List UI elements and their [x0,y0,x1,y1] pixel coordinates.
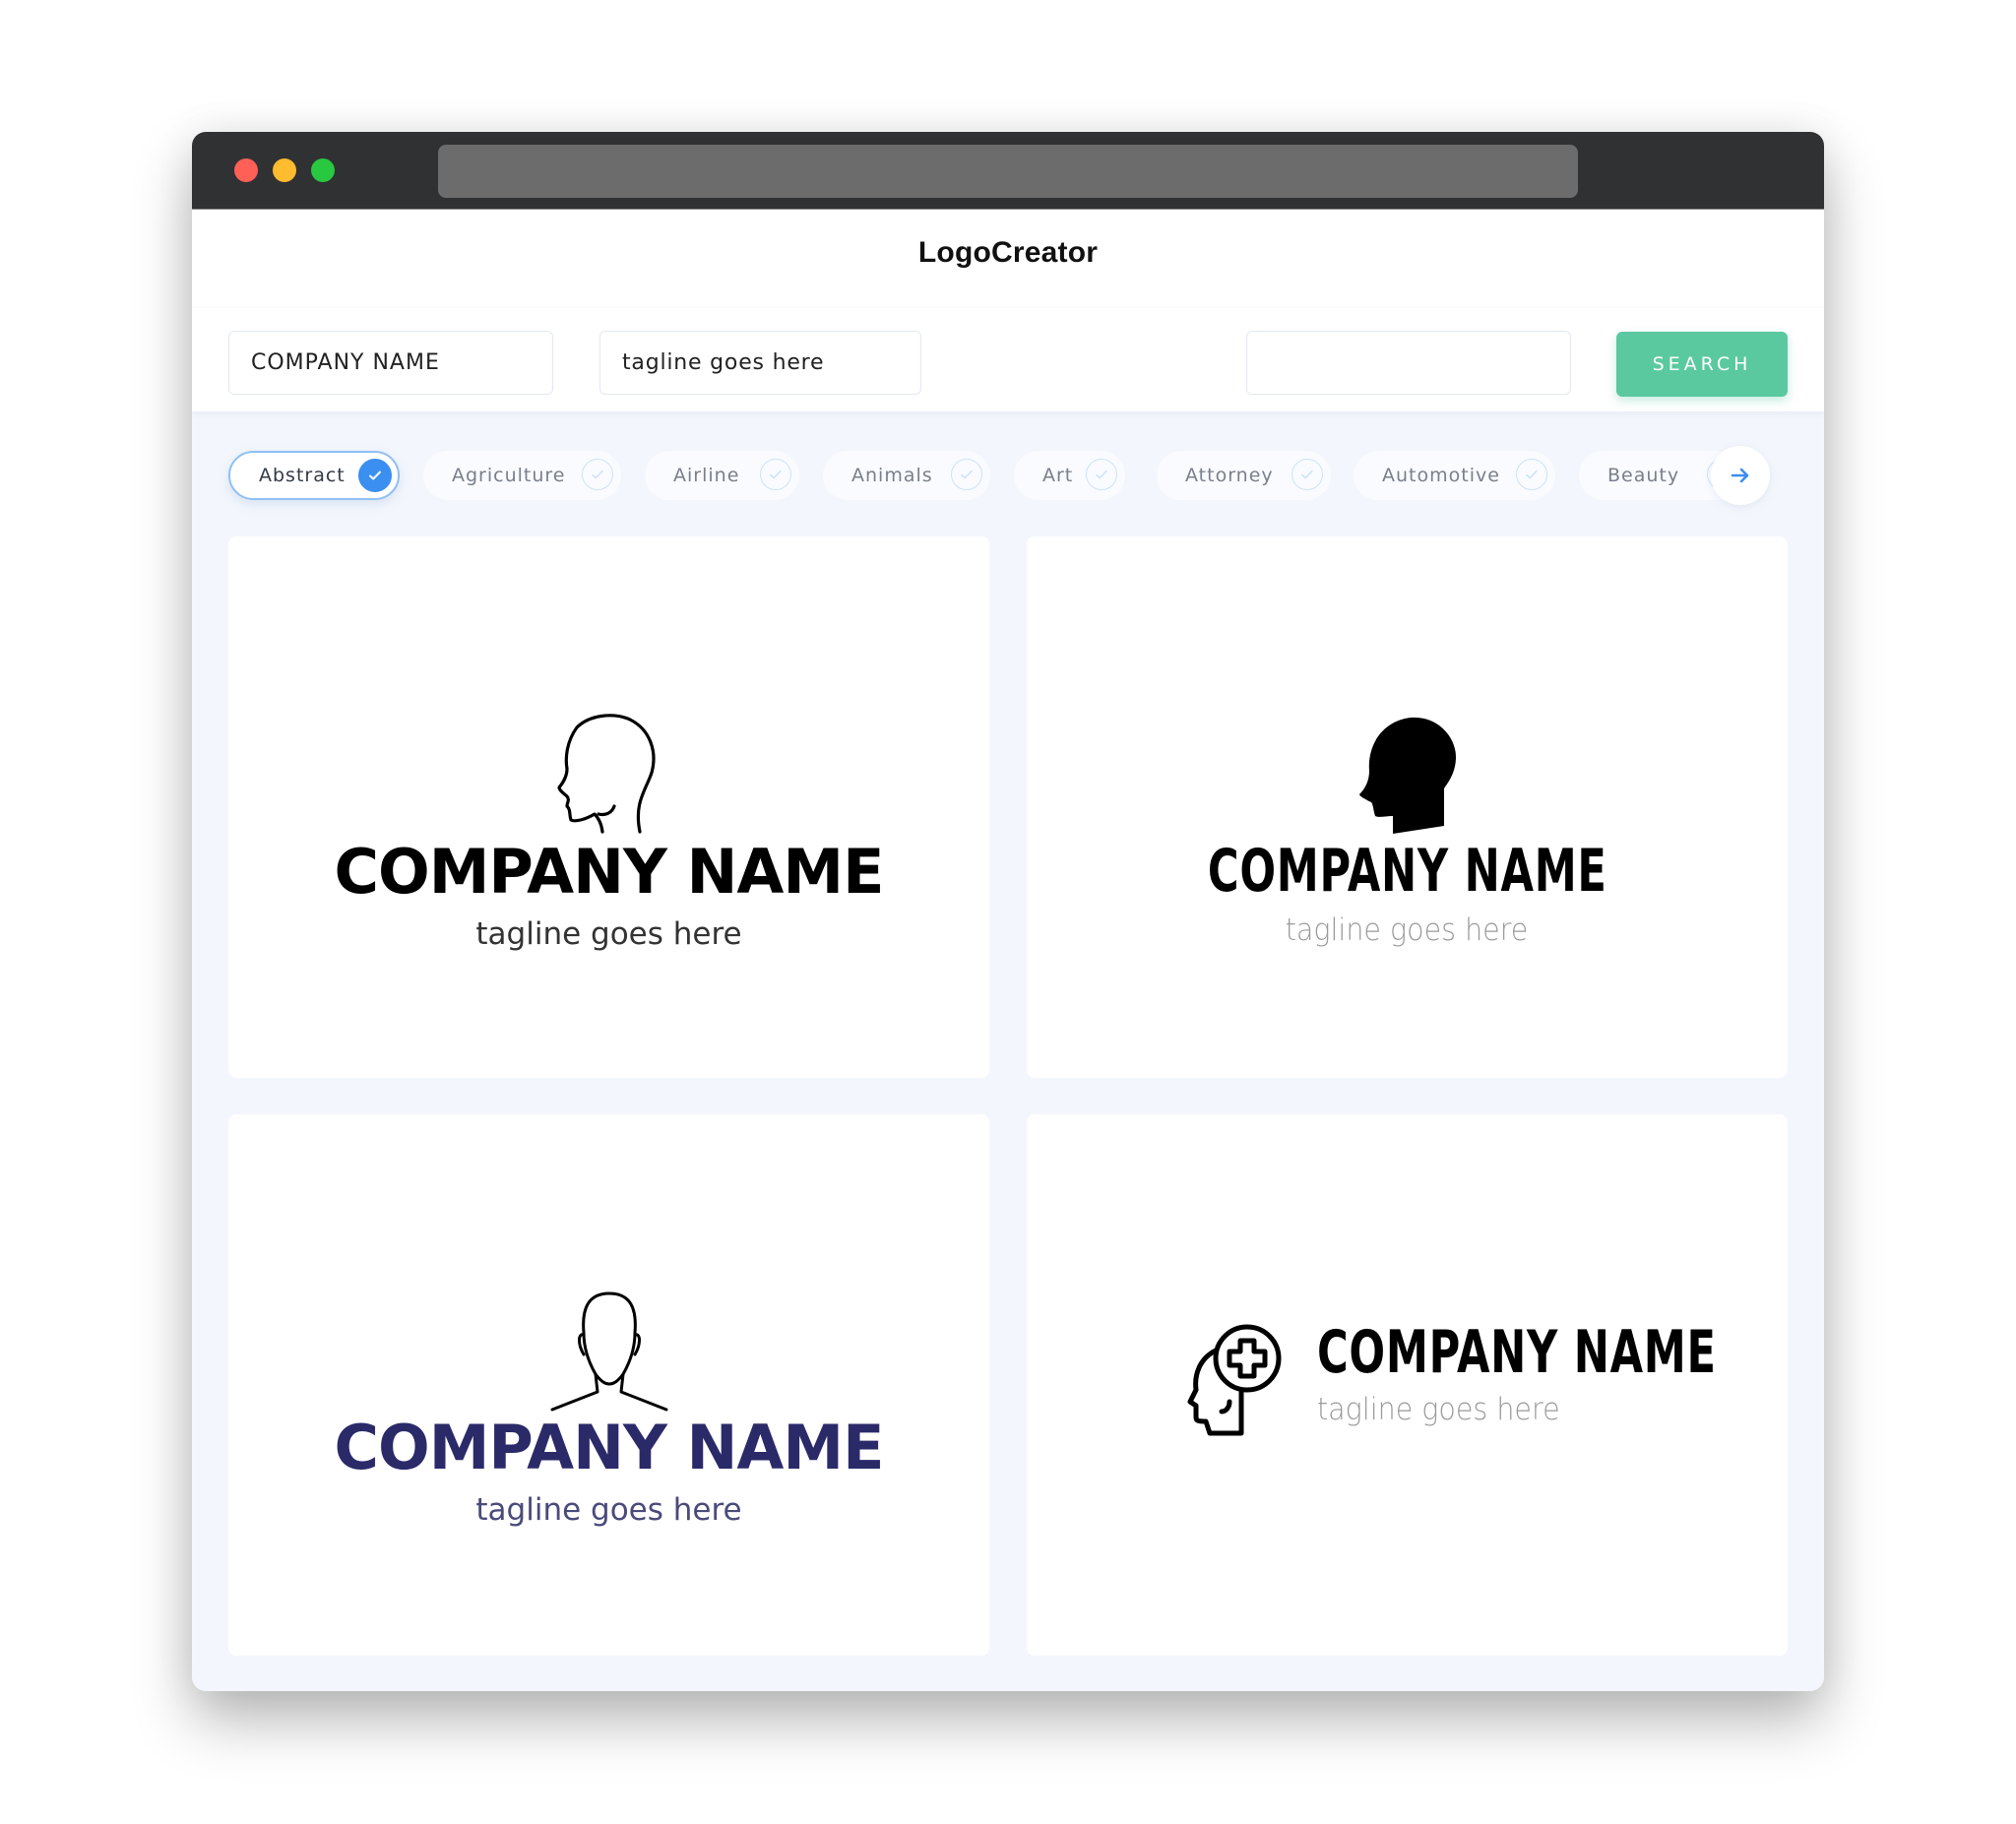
check-icon [951,459,982,490]
search-button[interactable]: SEARCH [1616,332,1788,397]
category-label: Automotive [1382,465,1500,486]
tagline-text: tagline goes here [475,916,742,952]
category-chip-attorney[interactable]: Attorney [1157,451,1331,500]
category-label: Animals [851,465,933,486]
category-chip-animals[interactable]: Animals [823,451,990,500]
logo-card[interactable]: COMPANY NAME tagline goes here [1027,536,1788,1078]
address-bar[interactable] [438,145,1578,198]
close-window-button[interactable] [234,158,258,182]
company-name-text: COMPANY NAME [334,1412,885,1483]
logo-card[interactable]: COMPANY NAME tagline goes here [1027,1114,1788,1656]
head-profile-solid-icon [1358,717,1456,834]
toolbar: COMPANY NAME tagline goes here SEARCH [192,308,1824,411]
category-chip-airline[interactable]: Airline [645,451,799,500]
category-label: Airline [673,465,740,486]
check-icon [358,459,392,492]
head-front-outline-icon [550,1291,667,1412]
app-header: LogoCreator [192,210,1824,308]
logo-card[interactable]: COMPANY NAME tagline goes here [228,1114,989,1656]
logo-text-block: COMPANY NAME tagline goes here [1317,1323,1731,1427]
company-name-input[interactable]: COMPANY NAME [228,331,553,395]
category-chip-agriculture[interactable]: Agriculture [423,451,621,500]
company-name-text: COMPANY NAME [1317,1318,1717,1387]
title-bar [192,132,1824,210]
check-icon [1516,459,1547,490]
category-chip-abstract[interactable]: Abstract [228,451,400,500]
category-label: Agriculture [452,465,566,486]
category-label: Abstract [259,465,346,486]
search-input[interactable] [1246,331,1571,395]
tagline-text: tagline goes here [1317,1392,1560,1427]
minimize-window-button[interactable] [273,158,296,182]
browser-window: LogoCreator COMPANY NAME tagline goes he… [192,132,1824,1691]
category-label: Attorney [1185,465,1274,486]
next-categories-button[interactable] [1711,446,1770,505]
arrow-right-icon [1731,468,1749,483]
head-profile-outline-icon [556,714,656,834]
category-chip-automotive[interactable]: Automotive [1354,451,1555,500]
check-icon [1086,459,1117,490]
tagline-text: tagline goes here [1286,912,1529,948]
check-icon [1292,459,1323,490]
maximize-window-button[interactable] [311,158,335,182]
check-icon [582,459,613,490]
category-filter-bar: Abstract Agriculture Airline Animals Art… [192,411,1824,515]
tagline-input[interactable]: tagline goes here [599,331,921,395]
category-chip-art[interactable]: Art [1014,451,1125,500]
category-label: Beauty [1607,465,1680,486]
head-medical-cross-icon [1187,1324,1282,1436]
logo-card[interactable]: COMPANY NAME tagline goes here [228,536,989,1078]
company-name-text: COMPANY NAME [334,836,885,908]
category-label: Art [1042,465,1074,486]
tagline-text: tagline goes here [475,1492,742,1528]
brand-logo[interactable]: LogoCreator [918,236,1098,270]
company-name-text: COMPANY NAME [1207,837,1607,906]
check-icon [760,459,791,490]
